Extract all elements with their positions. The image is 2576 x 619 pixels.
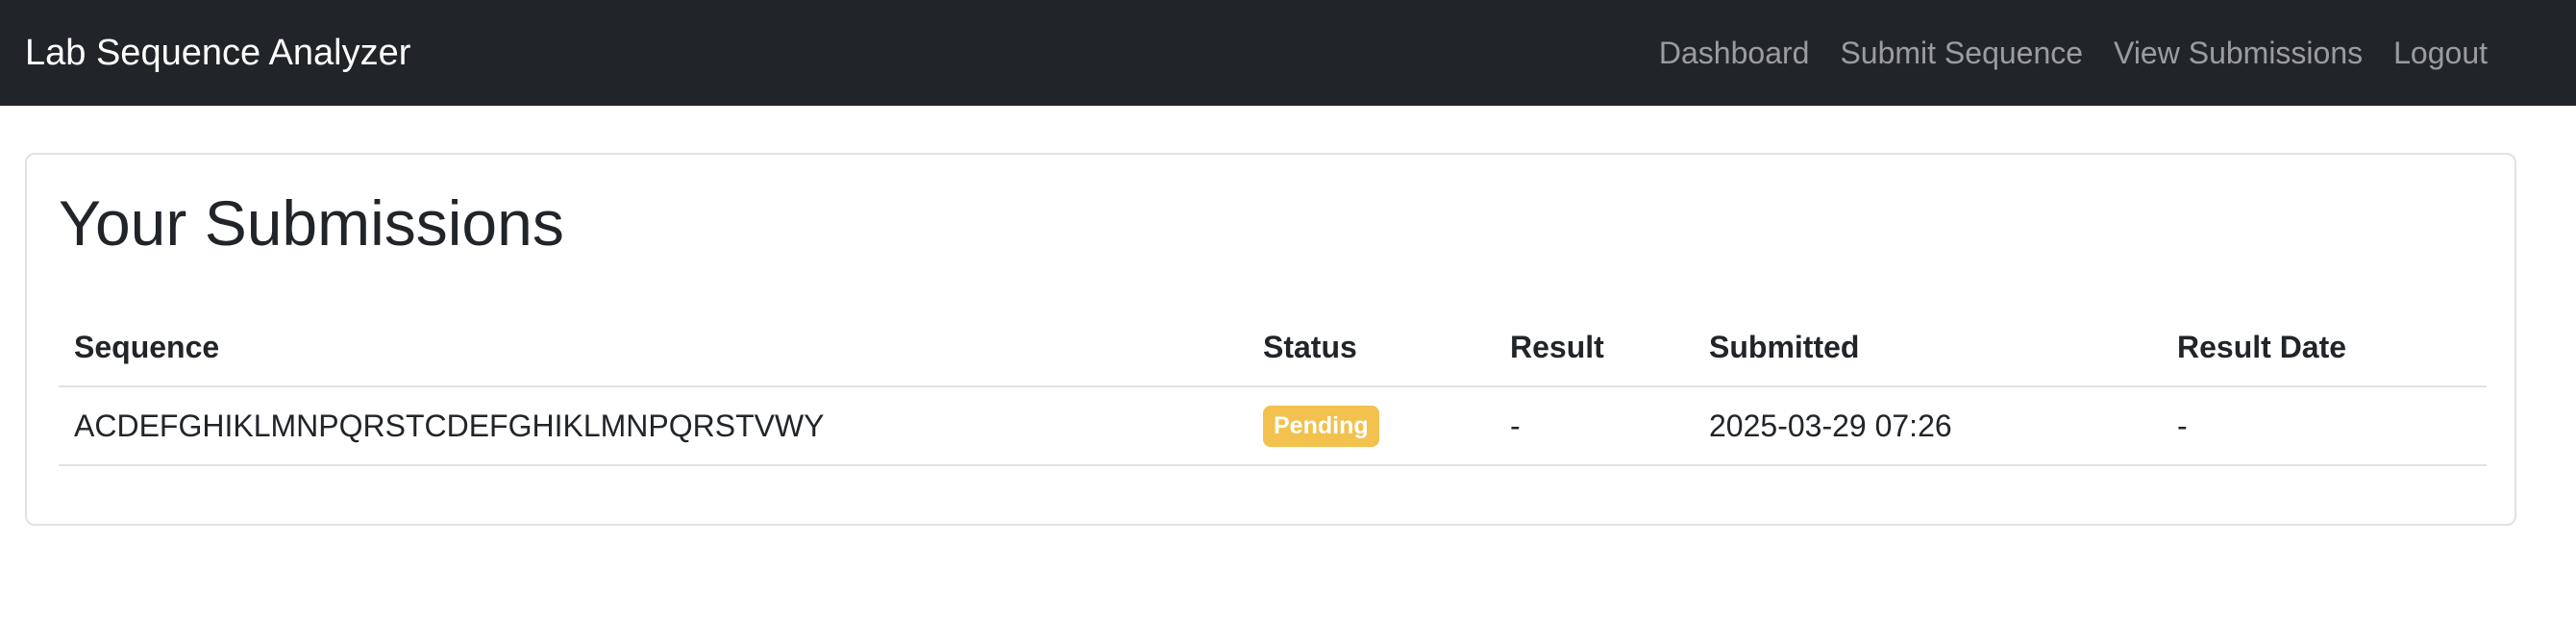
table-row: ACDEFGHIKLMNPQRSTCDEFGHIKLMNPQRSTVWY Pen… xyxy=(59,386,2487,466)
nav-link-logout[interactable]: Logout xyxy=(2378,36,2503,71)
nav-link-view-submissions[interactable]: View Submissions xyxy=(2098,36,2378,71)
nav-links: Dashboard Submit Sequence View Submissio… xyxy=(1644,36,2503,71)
column-header-result: Result xyxy=(1495,309,1694,387)
result-cell: - xyxy=(1495,386,1694,466)
submissions-card: Your Submissions Sequence Status Result … xyxy=(25,153,2516,526)
status-cell: Pending xyxy=(1248,386,1495,466)
nav-link-submit-sequence[interactable]: Submit Sequence xyxy=(1824,36,2098,71)
nav-link-dashboard[interactable]: Dashboard xyxy=(1644,36,1825,71)
submissions-table: Sequence Status Result Submitted Result … xyxy=(59,309,2487,466)
table-header-row: Sequence Status Result Submitted Result … xyxy=(59,309,2487,387)
column-header-sequence: Sequence xyxy=(59,309,1248,387)
top-navbar: Lab Sequence Analyzer Dashboard Submit S… xyxy=(0,0,2576,106)
submitted-cell: 2025-03-29 07:26 xyxy=(1694,386,2162,466)
page-title: Your Submissions xyxy=(59,187,564,259)
column-header-submitted: Submitted xyxy=(1694,309,2162,387)
column-header-status: Status xyxy=(1248,309,1495,387)
result-date-cell: - xyxy=(2162,386,2487,466)
sequence-cell: ACDEFGHIKLMNPQRSTCDEFGHIKLMNPQRSTVWY xyxy=(59,386,1248,466)
brand-link[interactable]: Lab Sequence Analyzer xyxy=(25,33,410,74)
status-badge: Pending xyxy=(1263,405,1379,447)
column-header-result-date: Result Date xyxy=(2162,309,2487,387)
